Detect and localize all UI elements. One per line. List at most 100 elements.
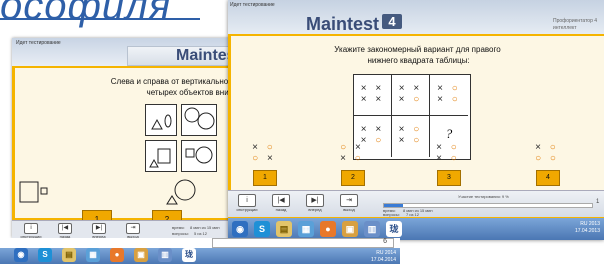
network-icon[interactable]: ▦ <box>86 248 100 262</box>
front-test-window: Идет тестирование Maintest 4 Профориентат… <box>228 0 604 240</box>
front-question-text: Укажите закономерный вариант для правого… <box>334 45 501 65</box>
front-logo-text: Maintest 4 <box>306 14 403 35</box>
info-icon: i <box>238 194 256 207</box>
slide-title: ософиля <box>0 0 172 28</box>
option-row: × ○ <box>252 142 276 153</box>
option-row: ○ × <box>340 142 364 153</box>
system-tray: RU 2013 17.04.2013 <box>575 221 600 235</box>
instructions-button[interactable]: i инструкции <box>232 194 262 214</box>
app-icon[interactable]: ▣ <box>342 221 358 237</box>
grid-cell: × × × × <box>354 75 392 116</box>
network-icon[interactable]: ▦ <box>298 221 314 237</box>
progress-number: 1 <box>596 199 600 205</box>
questions-value: 7 из 12 <box>406 212 419 217</box>
skype-icon[interactable]: S <box>38 248 52 262</box>
back-instructions-button[interactable]: i инструкции <box>18 223 44 239</box>
option-row: ○ × <box>252 153 276 164</box>
info-icon: i <box>24 223 38 234</box>
progress-label: Участие тестирования: 9 % <box>458 194 509 199</box>
questions-label: вопросы: <box>383 212 400 217</box>
document-icon[interactable]: ▥ <box>364 221 380 237</box>
option-row: × ○ <box>436 153 460 164</box>
answer-option-3: × ○ × ○ <box>433 142 463 164</box>
test-app-icon[interactable]: 珑 <box>386 221 402 237</box>
cell-row: × × <box>398 83 423 94</box>
next-icon: ▶| <box>306 194 324 207</box>
exit-button[interactable]: ⇥ выход <box>334 194 364 214</box>
tray-date: 17.04.2013 <box>574 228 600 234</box>
tray-lang: RU <box>580 221 588 227</box>
third-window-value: 6 <box>383 238 387 245</box>
cell-row: × ○ <box>398 124 423 135</box>
answer-option-2: ○ × × ○ <box>337 142 367 164</box>
front-taskbar: ◉ S ▤ ▦ ● ▣ ▥ 珑 RU 2013 17.04.2013 <box>228 218 604 240</box>
front-toolbar: i инструкции |◀ назад ▶| вперед ⇥ выход Учас… <box>228 190 604 217</box>
next-button[interactable]: ▶| вперед <box>300 194 330 214</box>
prev-button[interactable]: |◀ назад <box>266 194 296 214</box>
grid-cell: × ○ × ○ <box>430 75 468 116</box>
back-exit-button[interactable]: ⇥ выход <box>120 223 146 239</box>
option-row: × ○ <box>340 153 364 164</box>
folder-icon[interactable]: ▤ <box>276 221 292 237</box>
option-row: ○ ○ <box>535 153 559 164</box>
answer-button-4[interactable]: 4 <box>536 170 560 186</box>
cell-row: × × <box>360 83 385 94</box>
front-logo-word: Maintest <box>306 14 380 34</box>
prof-label: Профориентатор 4 <box>553 18 598 24</box>
next-icon: ▶| <box>92 223 106 234</box>
tray-lang: RU <box>376 250 384 256</box>
cell-row: × ○ <box>398 135 423 146</box>
cell-row: × ○ <box>437 83 461 94</box>
cell-row: × × <box>360 124 385 135</box>
system-tray: RU 2014 17.04.2014 <box>371 250 396 264</box>
start-icon[interactable]: ◉ <box>232 221 248 237</box>
third-taskbar: ◉ S ▤ ▦ ● ▣ ▥ 珑 RU 2014 17.04.2014 <box>0 248 400 264</box>
third-window-bar: 6 <box>212 238 394 248</box>
firefox-icon[interactable]: ● <box>320 221 336 237</box>
front-question-panel: Укажите закономерный вариант для правого… <box>231 36 604 190</box>
front-logo: Maintest 4 <box>306 14 486 34</box>
exit-icon: ⇥ <box>340 194 358 207</box>
progress-fill <box>384 204 403 207</box>
prev-icon: |◀ <box>272 194 290 207</box>
instructions-label: инструкции <box>236 207 258 212</box>
back-questions-label: вопросы: <box>172 231 189 236</box>
grid-cell: × ○ × ○ <box>392 116 430 157</box>
option-row: × ○ <box>436 142 460 153</box>
answer-button-2[interactable]: 2 <box>341 170 365 186</box>
tray-date: 17.04.2014 <box>370 257 396 263</box>
tray-time: 2014 <box>384 250 396 256</box>
back-prev-button[interactable]: |◀ назад <box>52 223 78 239</box>
next-label: вперед <box>308 207 322 212</box>
exit-label: выход <box>343 207 355 212</box>
test-app-icon[interactable]: 珑 <box>182 248 196 262</box>
prev-icon: |◀ <box>58 223 72 234</box>
answer-option-1: × ○ ○ × <box>249 142 279 164</box>
front-header-label: Идет тестирование <box>230 2 275 8</box>
back-time-value: 8 мин из 15 мин <box>190 225 220 230</box>
app-icon[interactable]: ▣ <box>134 248 148 262</box>
grid-cell: × × × ○ <box>392 75 430 116</box>
option-row: × ○ <box>535 142 559 153</box>
start-icon[interactable]: ◉ <box>14 248 28 262</box>
front-window-header: Идет тестирование Maintest 4 Профориентат… <box>228 0 604 34</box>
answer-option-4: × ○ ○ ○ <box>532 142 562 164</box>
exit-icon: ⇥ <box>126 223 140 234</box>
folder-icon[interactable]: ▤ <box>62 248 76 262</box>
cell-row: × ○ <box>398 94 423 105</box>
firefox-icon[interactable]: ● <box>110 248 124 262</box>
title-underline <box>0 18 200 20</box>
back-next-button[interactable]: ▶| вперед <box>86 223 112 239</box>
document-icon[interactable]: ▥ <box>158 248 172 262</box>
front-logo-number: 4 <box>382 14 403 29</box>
prof-sub-label: интеллект <box>553 25 577 31</box>
tray-time: 2013 <box>588 221 600 227</box>
answer-button-1[interactable]: 1 <box>253 170 277 186</box>
skype-icon[interactable]: S <box>254 221 270 237</box>
back-questions-value: 5 из 12 <box>194 231 207 236</box>
cell-row: × × <box>360 94 385 105</box>
answer-button-3[interactable]: 3 <box>437 170 461 186</box>
cell-row: × ○ <box>437 94 461 105</box>
back-time-label: время: <box>172 225 185 230</box>
prev-label: назад <box>275 207 287 212</box>
